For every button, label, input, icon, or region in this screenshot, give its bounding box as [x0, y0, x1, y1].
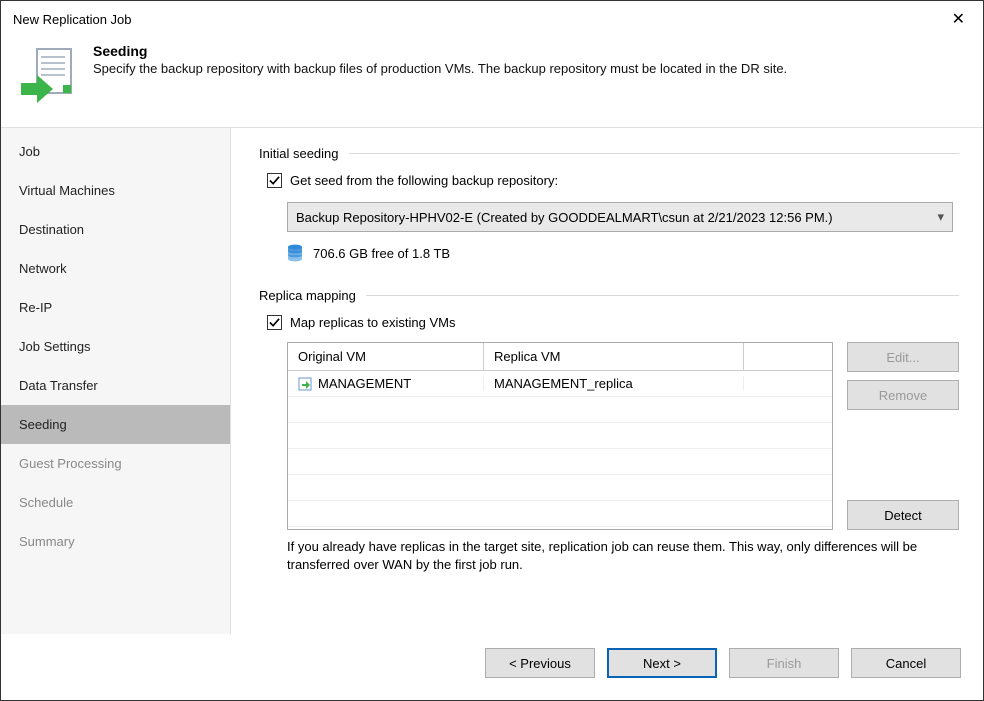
chevron-down-icon: ▾ — [937, 209, 944, 225]
sidebar-item-destination[interactable]: Destination — [1, 210, 230, 249]
titlebar: New Replication Job ✕ — [1, 1, 983, 37]
map-checkbox[interactable] — [267, 315, 282, 330]
table-row — [288, 449, 832, 475]
next-button[interactable]: Next > — [607, 648, 717, 678]
page-subtitle: Specify the backup repository with backu… — [93, 61, 787, 76]
table-row — [288, 423, 832, 449]
initial-seeding-section: Initial seeding Get seed from the follow… — [259, 146, 959, 262]
wizard-sidebar: Job Virtual Machines Destination Network… — [1, 127, 231, 634]
replica-mapping-section: Replica mapping Map replicas to existing… — [259, 288, 959, 573]
table-header: Original VM Replica VM — [288, 343, 832, 371]
repository-dropdown[interactable]: Backup Repository-HPHV02-E (Created by G… — [287, 202, 953, 232]
storage-free-text: 706.6 GB free of 1.8 TB — [313, 246, 450, 261]
dialog-window: New Replication Job ✕ Seeding Specify th… — [0, 0, 984, 701]
map-checkbox-row[interactable]: Map replicas to existing VMs — [267, 315, 959, 330]
mapping-table[interactable]: Original VM Replica VM — [287, 342, 833, 530]
sidebar-item-job-settings[interactable]: Job Settings — [1, 327, 230, 366]
sidebar-item-network[interactable]: Network — [1, 249, 230, 288]
seeding-icon — [19, 43, 75, 107]
detect-button[interactable]: Detect — [847, 500, 959, 530]
sidebar-item-virtual-machines[interactable]: Virtual Machines — [1, 171, 230, 210]
edit-button: Edit... — [847, 342, 959, 372]
repository-dropdown-value: Backup Repository-HPHV02-E (Created by G… — [296, 210, 833, 225]
finish-button: Finish — [729, 648, 839, 678]
seed-checkbox-label: Get seed from the following backup repos… — [290, 173, 558, 188]
window-title: New Replication Job — [13, 12, 132, 27]
col-replica-vm[interactable]: Replica VM — [484, 343, 744, 370]
original-vm-cell: MANAGEMENT — [318, 376, 411, 391]
seed-checkbox[interactable] — [267, 173, 282, 188]
replica-mapping-legend: Replica mapping — [259, 288, 356, 303]
table-row[interactable]: MANAGEMENT MANAGEMENT_replica — [288, 371, 832, 397]
content-area: Initial seeding Get seed from the follow… — [231, 127, 983, 634]
col-original-vm[interactable]: Original VM — [288, 343, 484, 370]
remove-button: Remove — [847, 380, 959, 410]
sidebar-item-re-ip[interactable]: Re-IP — [1, 288, 230, 327]
storage-icon — [287, 244, 303, 262]
initial-seeding-legend: Initial seeding — [259, 146, 339, 161]
cancel-button[interactable]: Cancel — [851, 648, 961, 678]
page-title: Seeding — [93, 43, 787, 59]
mapping-help-text: If you already have replicas in the targ… — [287, 538, 947, 573]
sidebar-item-data-transfer[interactable]: Data Transfer — [1, 366, 230, 405]
wizard-footer: < Previous Next > Finish Cancel — [1, 634, 983, 700]
table-row — [288, 475, 832, 501]
sidebar-item-schedule[interactable]: Schedule — [1, 483, 230, 522]
table-row — [288, 397, 832, 423]
map-checkbox-label: Map replicas to existing VMs — [290, 315, 455, 330]
vm-icon — [298, 377, 312, 391]
sidebar-item-seeding[interactable]: Seeding — [1, 405, 230, 444]
page-header: Seeding Specify the backup repository wi… — [1, 37, 983, 126]
replica-vm-cell: MANAGEMENT_replica — [494, 376, 633, 391]
sidebar-item-summary[interactable]: Summary — [1, 522, 230, 561]
close-icon[interactable]: ✕ — [946, 9, 971, 29]
table-row — [288, 501, 832, 527]
previous-button[interactable]: < Previous — [485, 648, 595, 678]
sidebar-item-guest-processing[interactable]: Guest Processing — [1, 444, 230, 483]
sidebar-item-job[interactable]: Job — [1, 132, 230, 171]
seed-checkbox-row[interactable]: Get seed from the following backup repos… — [267, 173, 959, 188]
